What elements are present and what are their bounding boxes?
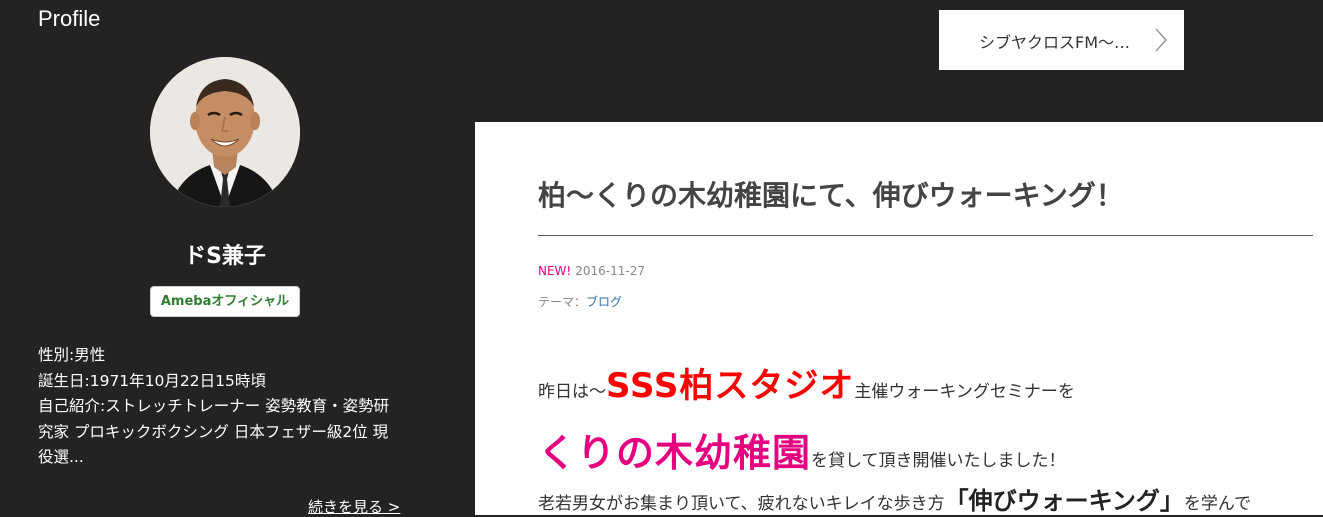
theme-link[interactable]: ブログ bbox=[586, 295, 622, 309]
paragraph-3-suffix: を学んで bbox=[1183, 494, 1252, 514]
read-more-link[interactable]: 続きを見る > bbox=[308, 496, 400, 517]
avatar[interactable] bbox=[150, 57, 300, 207]
ameba-official-badge[interactable]: Amebaオフィシャル bbox=[150, 286, 300, 317]
paragraph-1-suffix: 主催ウォーキングセミナーを bbox=[854, 382, 1075, 402]
profile-info-intro-line-2: 究家 プロキックボクシング 日本フェザー級2位 現 bbox=[38, 422, 389, 441]
article-panel: 柏〜くりの木幼稚園にて、伸びウォーキング！ NEW! 2016-11-27 テーマ… bbox=[475, 122, 1323, 515]
avatar-photo bbox=[150, 57, 300, 207]
studio-name-highlight: SSS柏スタジオ bbox=[606, 366, 855, 406]
article-title[interactable]: 柏〜くりの木幼稚園にて、伸びウォーキング！ bbox=[538, 174, 1124, 214]
profile-info-intro-line-3: 役選... bbox=[38, 448, 84, 466]
profile-name[interactable]: ドS兼子 bbox=[150, 238, 300, 270]
chevron-right-icon bbox=[1155, 28, 1168, 52]
article-meta: NEW! 2016-11-27 bbox=[538, 264, 645, 278]
paragraph-2-suffix: を貸して頂き開催いたしました！ bbox=[811, 451, 1066, 471]
new-badge: NEW! bbox=[538, 264, 572, 278]
next-entry-button[interactable]: シブヤクロスFM〜… bbox=[939, 10, 1184, 70]
article-paragraph-1: 昨日は〜SSS柏スタジオ主催ウォーキングセミナーを bbox=[538, 358, 1075, 407]
profile-heading: Profile bbox=[38, 6, 101, 31]
paragraph-1-prefix: 昨日は〜 bbox=[538, 382, 606, 402]
profile-info-birthday: 誕生日:1971年10月22日15時頃 bbox=[38, 371, 266, 390]
profile-info: 性別:男性 誕生日:1971年10月22日15時頃 自己紹介:ストレッチトレーナ… bbox=[38, 343, 410, 471]
article-paragraph-2: くりの木幼稚園を貸して頂き開催いたしました！ bbox=[538, 422, 1066, 477]
article-theme: テーマ：ブログ bbox=[538, 293, 622, 310]
paragraph-3-prefix: 老若男女がお集まり頂いて、疲れないキレイな歩き方 bbox=[538, 494, 945, 514]
article-paragraph-3: 老若男女がお集まり頂いて、疲れないキレイな歩き方「伸びウォーキング」を学んで bbox=[538, 481, 1251, 515]
theme-label: テーマ： bbox=[538, 295, 587, 309]
kindergarten-name-highlight: くりの木幼稚園 bbox=[538, 431, 812, 475]
profile-info-intro-line-1: 自己紹介:ストレッチトレーナー 姿勢教育・姿勢研 bbox=[38, 397, 390, 415]
article-date: 2016-11-27 bbox=[575, 264, 645, 278]
title-divider bbox=[538, 235, 1313, 236]
next-entry-label: シブヤクロスFM〜… bbox=[979, 33, 1131, 52]
profile-info-gender: 性別:男性 bbox=[38, 346, 106, 364]
walking-method-highlight: 「伸びウォーキング」 bbox=[944, 487, 1184, 515]
